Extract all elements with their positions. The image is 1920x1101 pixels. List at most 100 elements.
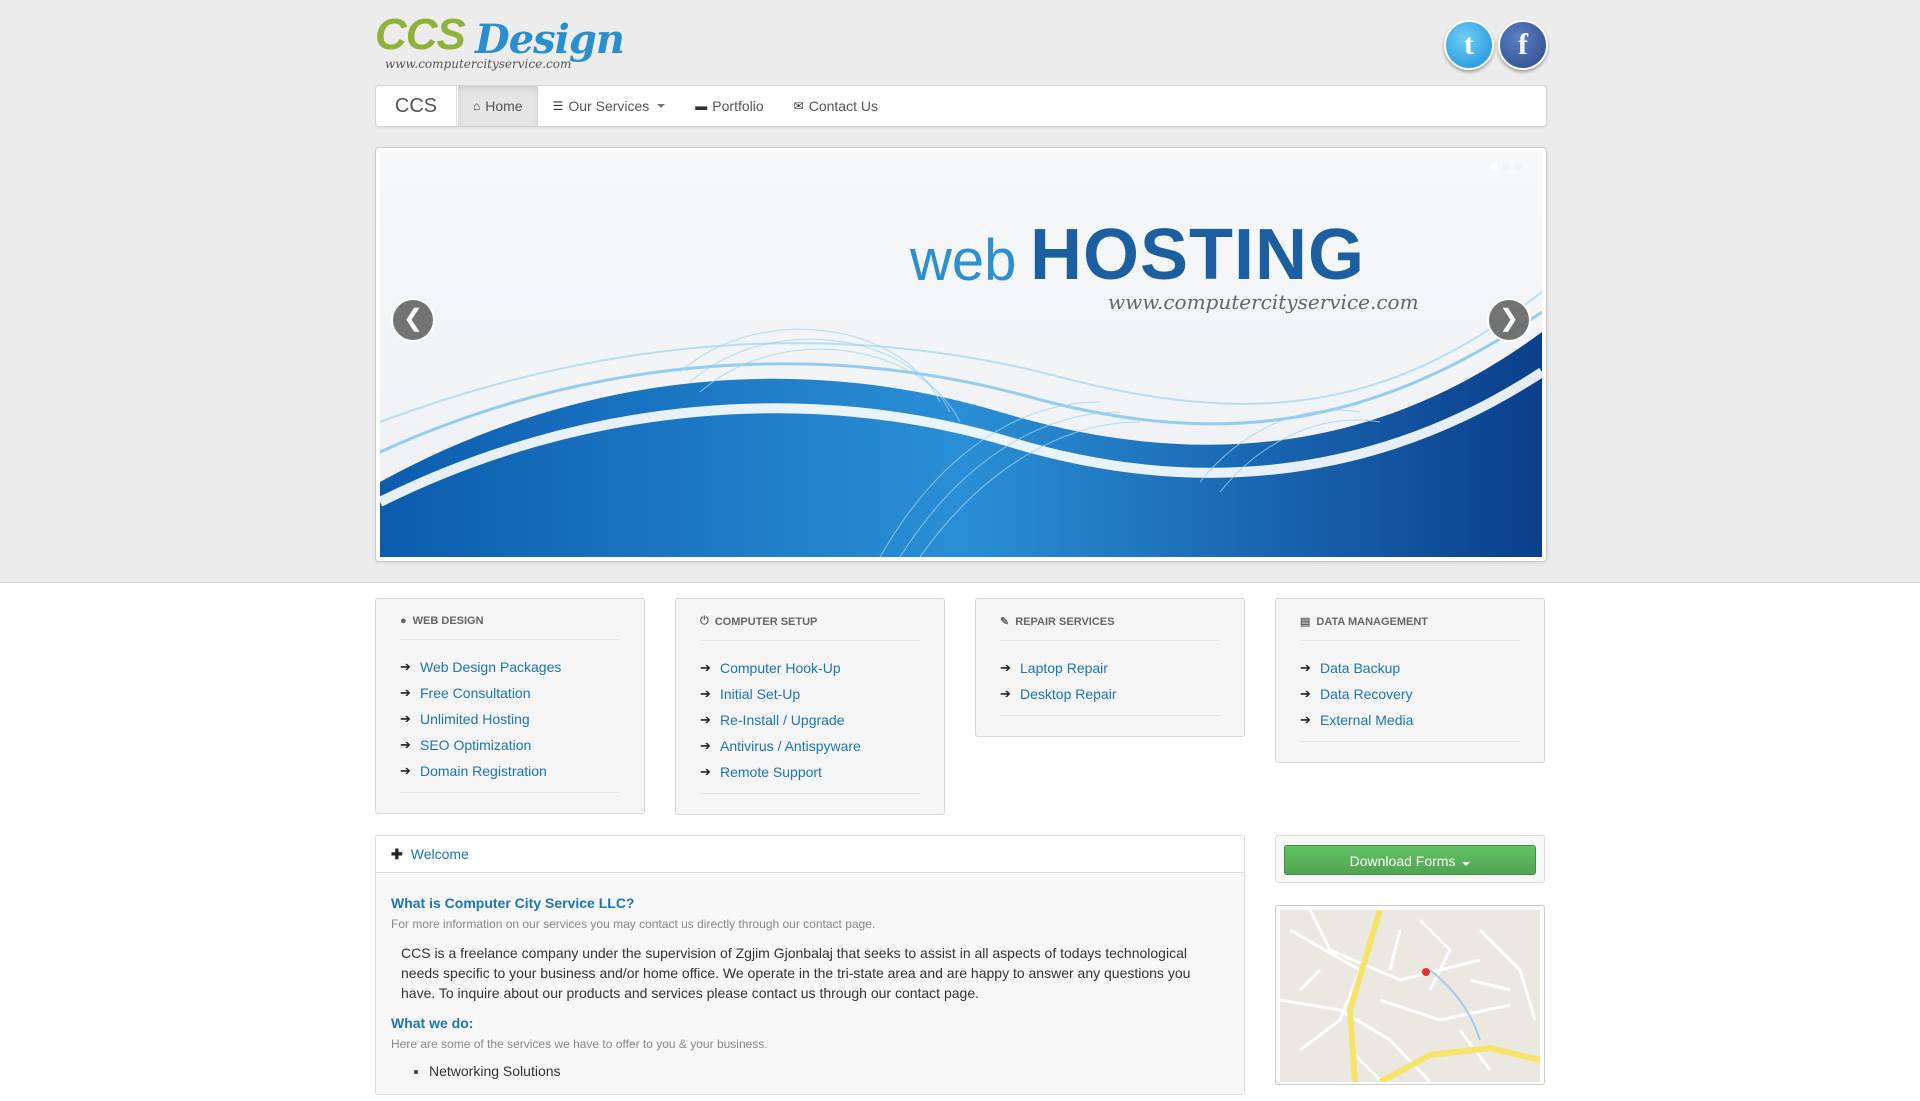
nav-item-contact-us[interactable]: ✉ Contact Us [779, 86, 893, 126]
twitter-icon[interactable]: t [1444, 20, 1494, 70]
download-forms-label: Download Forms [1349, 853, 1456, 869]
carousel-dot-3[interactable] [1514, 163, 1522, 171]
service-box-web-design: ● Web Design ➔ Web Design Packages ➔ Free … [375, 598, 645, 814]
link-remote-support[interactable]: Remote Support [720, 759, 822, 785]
link-external-media[interactable]: External Media [1320, 707, 1413, 733]
list-item: ➔ Free Consultation [400, 680, 620, 706]
link-free-consultation[interactable]: Free Consultation [420, 680, 531, 706]
link-data-backup[interactable]: Data Backup [1320, 655, 1400, 681]
briefcase-icon: ▬ [695, 99, 708, 113]
globe-icon: ● [400, 615, 407, 627]
wave-graphic [380, 291, 1542, 557]
arrow-right-icon: ➔ [400, 711, 411, 726]
slide-word-web: web [910, 228, 1017, 293]
chevron-down-icon [657, 104, 666, 108]
chevron-down-icon [1462, 862, 1471, 866]
link-re-install-upgrade[interactable]: Re-Install / Upgrade [720, 707, 845, 733]
link-desktop-repair[interactable]: Desktop Repair [1020, 681, 1117, 707]
arrow-right-icon: ➔ [700, 686, 711, 701]
hero-carousel: web HOSTING www.computercityservice.com … [375, 147, 1547, 562]
slide-word-hosting: HOSTING [1030, 215, 1366, 295]
arrow-right-icon: ➔ [400, 659, 411, 674]
download-forms-button[interactable]: Download Forms [1284, 845, 1536, 875]
arrow-right-icon: ➔ [400, 685, 411, 700]
arrow-right-icon: ➔ [1300, 660, 1311, 675]
link-initial-set-up[interactable]: Initial Set-Up [720, 681, 800, 707]
list-item: ➔ Initial Set-Up [700, 681, 920, 707]
arrow-right-icon: ➔ [700, 660, 711, 675]
list-item: ➔ External Media [1300, 707, 1520, 733]
facebook-glyph: f [1518, 28, 1528, 61]
service-box-repair-services: ✎ Repair Services ➔ Laptop Repair ➔ Deskto… [975, 598, 1245, 737]
arrow-right-icon: ➔ [700, 738, 711, 753]
hdd-icon: ▤ [1300, 616, 1311, 628]
nav-menu: ⌂ Home ☰ Our Services ▬ Portfolio ✉ Cont… [458, 86, 893, 126]
carousel-next-button[interactable]: ❯ [1489, 300, 1529, 340]
welcome-panel-body: What is Computer City Service LLC? For m… [376, 873, 1244, 1101]
envelope-icon: ✉ [793, 99, 804, 113]
about-paragraph: CCS is a freelance company under the sup… [401, 945, 1191, 1001]
subtext-contact: For more information on our services you… [391, 917, 876, 931]
home-icon: ⌂ [473, 99, 481, 113]
logo-design-text: Design [475, 16, 625, 63]
location-map[interactable] [1275, 905, 1545, 1085]
subtext-services: Here are some of the services we have to… [391, 1037, 768, 1051]
service-heading-web-design: ● Web Design [400, 615, 620, 640]
arrow-right-icon: ➔ [400, 763, 411, 778]
service-box-computer-setup: ⏻ Computer Setup ➔ Computer Hook-Up ➔ Init… [675, 598, 945, 815]
arrow-right-icon: ➔ [1000, 660, 1011, 675]
list-item: ➔ Data Recovery [1300, 681, 1520, 707]
nav-label-contact-us: Contact Us [808, 98, 878, 114]
services-bullet-list: Networking Solutions [421, 1063, 1229, 1079]
list-item: ➔ Desktop Repair [1000, 681, 1220, 707]
link-antivirus-antispyware[interactable]: Antivirus / Antispyware [720, 733, 861, 759]
link-data-recovery[interactable]: Data Recovery [1320, 681, 1413, 707]
carousel-prev-button[interactable]: ❮ [393, 300, 433, 340]
logo-ccs-text: CCS [375, 10, 466, 59]
link-web-design-packages[interactable]: Web Design Packages [420, 654, 561, 680]
service-heading-computer-setup: ⏻ Computer Setup [700, 615, 920, 641]
list-item: ➔ Computer Hook-Up [700, 655, 920, 681]
link-computer-hook-up[interactable]: Computer Hook-Up [720, 655, 841, 681]
welcome-toggle-link[interactable]: Welcome [411, 836, 469, 872]
nav-item-home[interactable]: ⌂ Home [458, 86, 538, 126]
carousel-slide[interactable]: web HOSTING www.computercityservice.com … [380, 152, 1542, 557]
arrow-right-icon: ➔ [1000, 686, 1011, 701]
carousel-indicators [1490, 163, 1522, 171]
list-item: Networking Solutions [429, 1063, 1229, 1079]
list-item: ➔ Data Backup [1300, 655, 1520, 681]
welcome-panel: ✚ Welcome What is Computer City Service … [375, 835, 1245, 1095]
heading-what-we-do: What we do: [391, 1015, 474, 1031]
nav-item-portfolio[interactable]: ▬ Portfolio [680, 86, 778, 126]
map-canvas[interactable] [1280, 910, 1540, 1082]
logo-url-text: www.computercityservice.com [385, 57, 572, 71]
facebook-icon[interactable]: f [1498, 20, 1548, 70]
list-item: ➔ SEO Optimization [400, 732, 620, 758]
service-box-data-management: ▤ Data Management ➔ Data Backup ➔ Data Rec… [1275, 598, 1545, 763]
link-seo-optimization[interactable]: SEO Optimization [420, 732, 531, 758]
navbar-brand[interactable]: CCS [376, 86, 457, 126]
list-item: ➔ Antivirus / Antispyware [700, 733, 920, 759]
site-logo[interactable]: CCS Design www.computercityservice.com [375, 10, 625, 74]
link-unlimited-hosting[interactable]: Unlimited Hosting [420, 706, 530, 732]
link-laptop-repair[interactable]: Laptop Repair [1020, 655, 1108, 681]
navbar: CCS ⌂ Home ☰ Our Services ▬ Portfolio ✉ … [375, 85, 1547, 127]
power-icon: ⏻ [700, 615, 709, 627]
list-item: ➔ Remote Support [700, 759, 920, 785]
nav-label-portfolio: Portfolio [712, 98, 764, 114]
arrow-right-icon: ➔ [700, 764, 711, 779]
list-icon: ☰ [552, 99, 564, 113]
welcome-panel-header[interactable]: ✚ Welcome [376, 836, 1244, 873]
nav-label-home: Home [485, 98, 523, 114]
carousel-dot-1[interactable] [1490, 163, 1498, 171]
download-forms-well: Download Forms [1275, 835, 1545, 883]
list-item: ➔ Re-Install / Upgrade [700, 707, 920, 733]
carousel-dot-2[interactable] [1502, 163, 1510, 171]
nav-item-our-services[interactable]: ☰ Our Services [538, 86, 681, 126]
twitter-glyph: t [1464, 28, 1474, 61]
list-item: ➔ Web Design Packages [400, 654, 620, 680]
arrow-right-icon: ➔ [400, 737, 411, 752]
service-title: Web Design [412, 615, 484, 627]
service-heading-data-management: ▤ Data Management [1300, 615, 1520, 641]
link-domain-registration[interactable]: Domain Registration [420, 758, 547, 784]
